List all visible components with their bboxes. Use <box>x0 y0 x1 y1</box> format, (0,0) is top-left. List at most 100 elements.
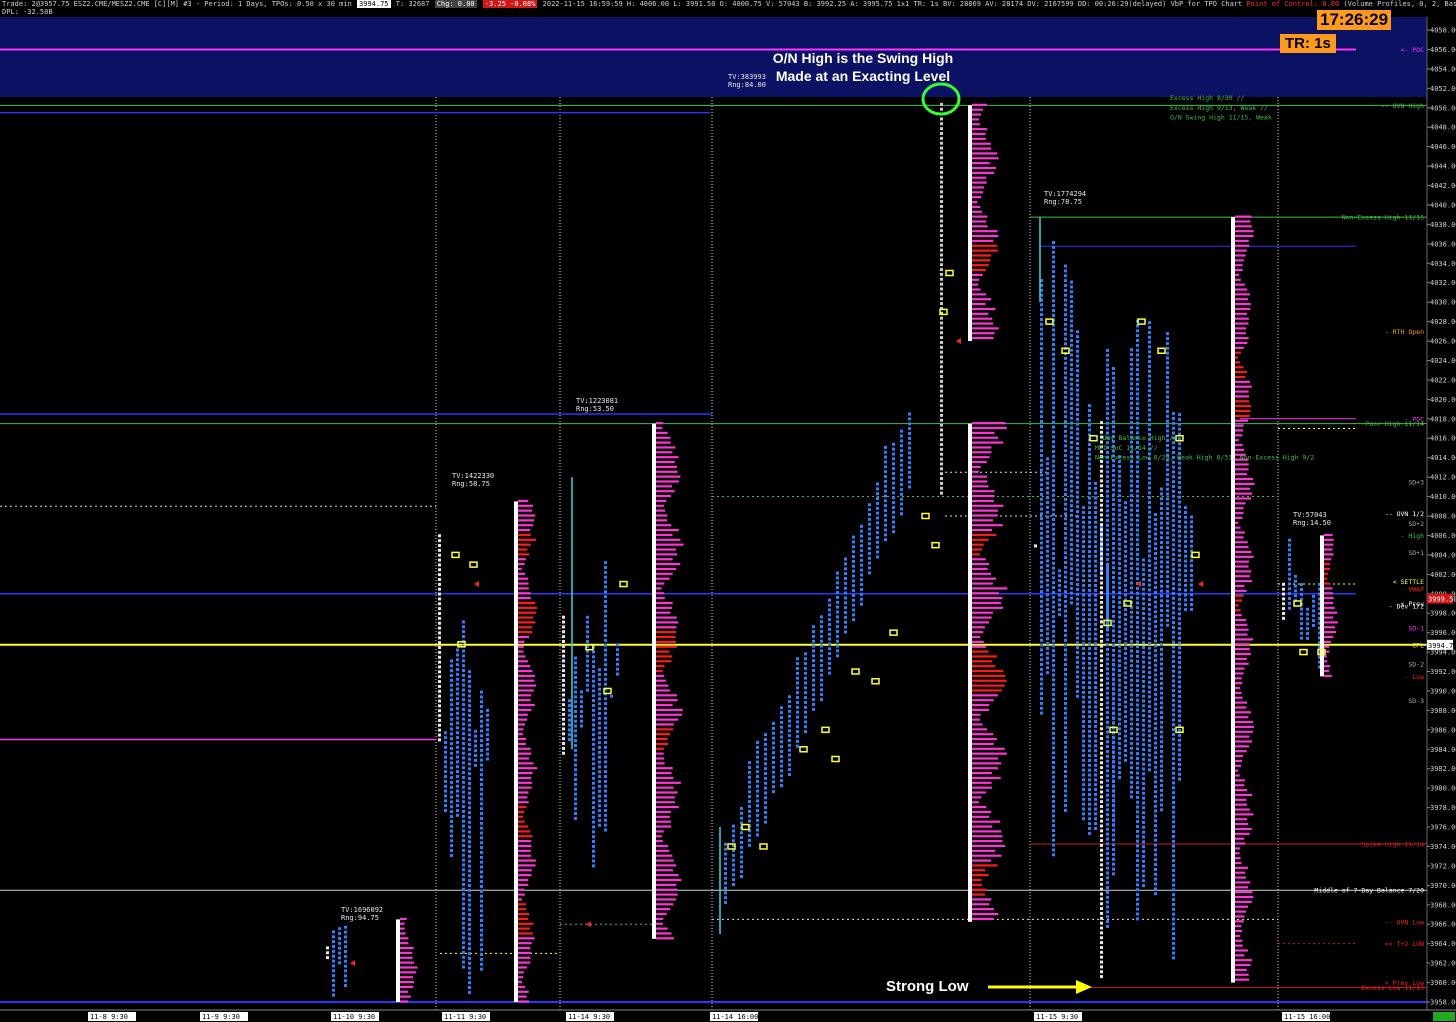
tpo-mark <box>1082 632 1085 636</box>
tpo-mark <box>764 810 767 814</box>
tpo-mark <box>480 836 483 840</box>
tpo-mark <box>940 268 943 272</box>
tpo-mark <box>900 449 903 453</box>
tpo-mark <box>868 561 871 565</box>
tpo-mark <box>1142 864 1145 868</box>
tpo-mark <box>940 394 943 398</box>
tpo-mark <box>1076 451 1079 455</box>
tpo-mark <box>844 630 847 634</box>
tpo-mark <box>772 746 775 750</box>
tpo-mark <box>1178 437 1181 441</box>
tpo-mark <box>812 649 815 653</box>
tpo-mark <box>1136 552 1139 556</box>
tpo-mark <box>438 670 441 674</box>
tpo-mark <box>1154 581 1157 585</box>
volume-bar <box>1235 580 1252 583</box>
tpo-mark <box>1148 578 1151 582</box>
tpo-chart[interactable]: 4058.004056.004054.004052.004050.004048.… <box>0 0 1456 1022</box>
tpo-mark <box>1064 760 1067 764</box>
tpo-mark <box>1148 389 1151 393</box>
tpo-mark <box>900 502 903 506</box>
tpo-mark <box>1118 566 1121 570</box>
volume-bar <box>972 567 988 571</box>
tpo-mark <box>468 932 471 936</box>
volume-bar <box>972 893 986 896</box>
tpo-mark <box>892 520 895 524</box>
tpo-mark <box>1064 376 1067 380</box>
tpo-mark <box>1172 907 1175 911</box>
tpo-mark <box>1082 666 1085 670</box>
tpo-mark <box>1112 687 1115 691</box>
tpo-mark <box>1136 795 1139 799</box>
tpo-mark <box>732 829 735 833</box>
tpo-mark <box>1130 634 1133 638</box>
tpo-mark <box>1130 571 1133 575</box>
tpo-mark <box>1052 600 1055 604</box>
volume-bar <box>972 708 989 711</box>
tpo-mark <box>1160 618 1163 622</box>
tpo-mark <box>1154 785 1157 789</box>
tpo-mark <box>1184 549 1187 553</box>
tpo-mark <box>1142 718 1145 722</box>
tpo-mark <box>1142 626 1145 630</box>
tpo-column <box>732 824 735 886</box>
tpo-mark <box>868 517 871 521</box>
time-axis-label: 11-15 16:00 <box>1284 1013 1330 1021</box>
tpo-mark <box>884 489 887 493</box>
tpo-mark <box>1088 428 1091 432</box>
tpo-mark <box>456 702 459 706</box>
level-label: -- OVN Low <box>1385 918 1424 926</box>
tpo-mark <box>462 814 465 818</box>
tpo-mark <box>438 573 441 577</box>
volume-bar <box>518 951 532 954</box>
tpo-mark <box>1178 485 1181 489</box>
volume-bar <box>972 215 988 218</box>
tpo-mark <box>1160 696 1163 700</box>
tpo-mark <box>852 584 855 588</box>
tpo-mark <box>480 734 483 738</box>
volume-bar <box>972 273 983 277</box>
tpo-mark <box>852 555 855 559</box>
tpo-mark <box>748 819 751 823</box>
tpo-mark <box>796 710 799 714</box>
volume-bar <box>518 616 534 619</box>
tpo-mark <box>1088 715 1091 719</box>
tpo-mark <box>1172 868 1175 872</box>
tpo-mark <box>1178 466 1181 470</box>
tpo-mark <box>796 725 799 729</box>
volume-bar <box>518 718 528 721</box>
tpo-mark <box>1094 491 1097 495</box>
tpo-mark <box>1184 569 1187 573</box>
tpo-mark <box>1142 791 1145 795</box>
tpo-mark <box>1178 505 1181 509</box>
tpo-column <box>1154 513 1157 896</box>
volume-bar <box>1235 759 1242 763</box>
tpo-mark <box>604 658 607 662</box>
tpo-mark <box>1040 536 1043 540</box>
tpo-mark <box>1046 651 1049 655</box>
tpo-mark <box>574 690 577 694</box>
volume-bar <box>972 152 998 155</box>
price-tick-label: 4020.00 <box>1430 396 1456 404</box>
tpo-mark <box>480 690 483 694</box>
volume-bar <box>518 708 532 711</box>
tpo-mark <box>1166 332 1169 336</box>
tpo-mark <box>574 816 577 820</box>
tpo-mark <box>1046 583 1049 587</box>
red-triangle-marker <box>586 921 591 928</box>
tpo-mark <box>1040 551 1043 555</box>
tpo-mark <box>592 703 595 707</box>
tpo-mark <box>1160 715 1163 719</box>
tpo-mark <box>1136 883 1139 887</box>
tpo-mark <box>1052 328 1055 332</box>
tpo-mark <box>1142 689 1145 693</box>
volume-bar <box>518 538 536 541</box>
tpo-mark <box>1130 489 1133 493</box>
tpo-mark <box>1076 602 1079 606</box>
tpo-mark <box>1178 558 1181 562</box>
tpo-mark <box>468 772 471 776</box>
volume-bar <box>518 669 533 673</box>
tpo-mark <box>1052 731 1055 735</box>
volume-bar <box>1235 827 1252 831</box>
tpo-mark <box>1106 842 1109 846</box>
